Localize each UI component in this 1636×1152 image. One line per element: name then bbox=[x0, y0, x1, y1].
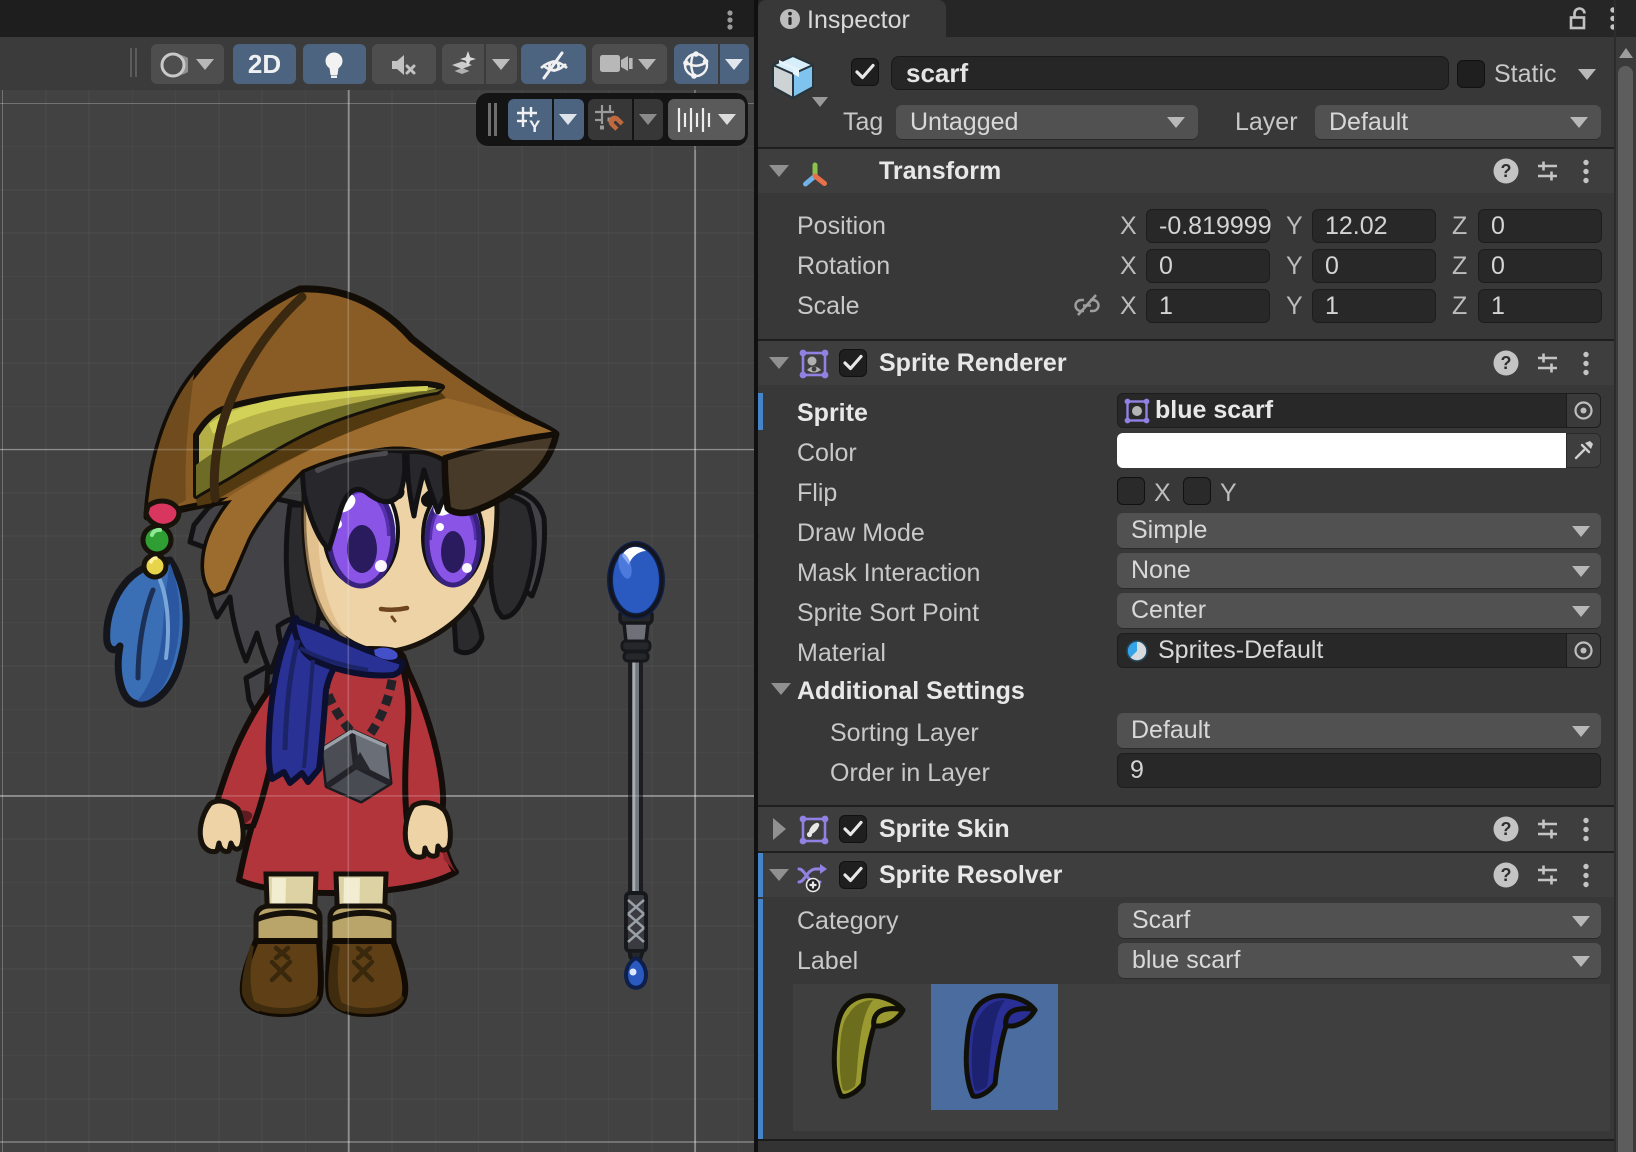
svg-text:?: ? bbox=[1501, 161, 1512, 181]
svg-text:?: ? bbox=[1501, 353, 1512, 373]
svg-text:?: ? bbox=[1501, 865, 1512, 885]
svg-text:?: ? bbox=[1501, 819, 1512, 839]
